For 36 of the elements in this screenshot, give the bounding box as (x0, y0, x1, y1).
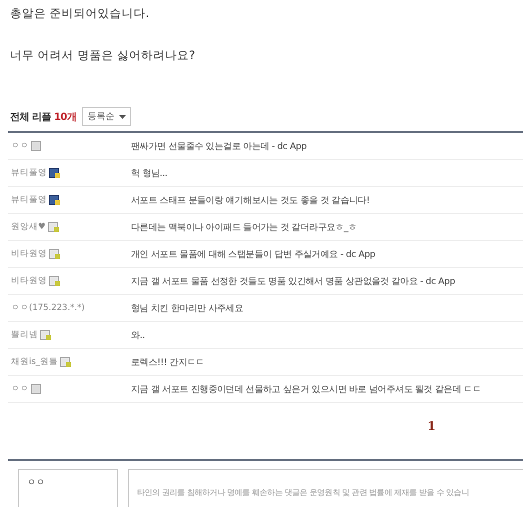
post-text: 총알은 준비되어있습니다. (10, 6, 150, 20)
sort-dropdown[interactable]: 등록순 (82, 107, 132, 126)
name-field[interactable]: ㅇㅇ (18, 469, 118, 507)
member-badge-icon (48, 222, 59, 232)
member-badge-icon (40, 330, 51, 340)
commenter-name: 뷰티풀영 (11, 194, 47, 206)
commenter-name: ㅇㅇ (11, 383, 29, 395)
member-badge-icon (60, 357, 72, 367)
commenter-name: 비타원영 (11, 275, 47, 287)
commenter-name: 원앙새♥ (11, 221, 46, 233)
commenter-name: 쁠리넴 (11, 329, 38, 341)
comment-text: 개인 서포트 물품에 대해 스탭분들이 답변 주실거예요 - dc App (131, 248, 376, 260)
caret-icon (119, 114, 126, 118)
member-badge-icon (49, 168, 60, 178)
comment-count-label: 전체 리플 10개 (10, 110, 76, 124)
comment-text: 와.. (131, 330, 145, 342)
member-badge-icon (31, 141, 42, 151)
comment-text: 형님 치킨 한마리만 사주세요 (131, 302, 244, 314)
comment-text: 헉 형님... (131, 168, 168, 180)
comment-text: 지금 갤 서포트 물품 선정한 것들도 명품 있긴해서 명품 상관없을것 같아요 - dc App (131, 276, 455, 288)
comment-text: 팬싸가면 선물줄수 있는걸로 아는데 - dc App (131, 140, 307, 152)
comment-text: 서포트 스태프 분들이랑 얘기해보시는 것도 좋을 것 같습니다! (131, 194, 370, 206)
commenter-name: 채원is_원틀 (11, 356, 58, 368)
commenter-name: 비타원영 (11, 248, 47, 260)
comment-text: 지금 갤 서포트 진행중이던데 선물하고 싶은거 있으시면 바로 넘어주셔도 될것 같은데 ㄷㄷ (131, 384, 482, 396)
comment-text: 로렉스!!! 간지ㄷㄷ (131, 356, 204, 368)
page-link[interactable]: 1 (427, 419, 436, 441)
post-text: 너무 어려서 명품은 싫어하려나요? (10, 48, 196, 62)
commenter-name: ㅇㅇ (11, 140, 29, 152)
commenter-name: ㅇㅇ(175.223.*.*) (11, 302, 85, 314)
member-badge-icon (31, 384, 42, 394)
member-badge-icon (49, 276, 60, 286)
comment-text: 다른데는 맥북이나 아이패드 들어가는 것 같더라구요ㅎ_ㅎ (131, 222, 357, 234)
commenter-name: 뷰티풀영 (11, 167, 47, 179)
member-badge-icon (49, 249, 60, 259)
member-badge-icon (49, 195, 60, 205)
